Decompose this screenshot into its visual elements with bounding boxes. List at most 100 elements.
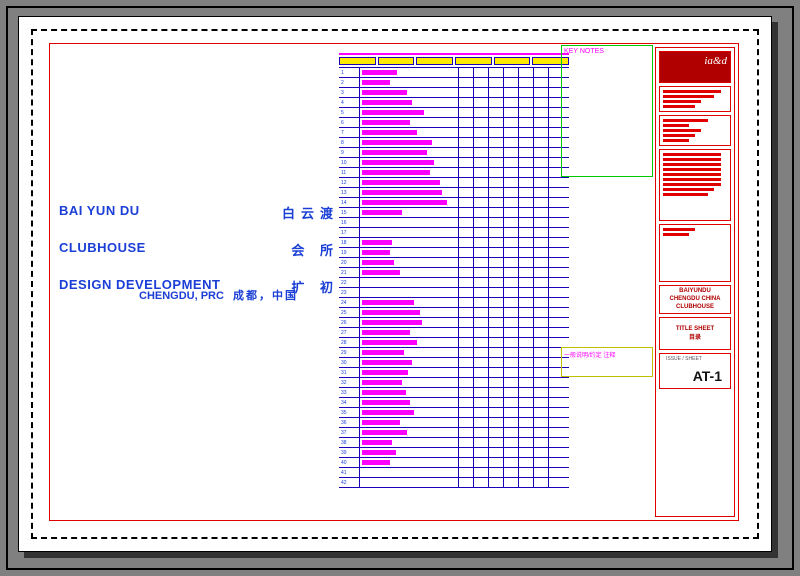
row-cells — [458, 108, 569, 117]
row-number: 6 — [339, 118, 360, 127]
row-number: 23 — [339, 288, 360, 297]
row-title-bar — [362, 130, 417, 135]
row-number: 26 — [339, 318, 360, 327]
row-title-bar — [362, 180, 440, 185]
table-row: 26 — [339, 318, 569, 328]
title-en-1: BAI YUN DU — [59, 203, 140, 222]
table-row: 41 — [339, 468, 569, 478]
tb-proj-3: CLUBHOUSE — [662, 304, 728, 312]
row-cells — [458, 328, 569, 337]
row-title-bar — [362, 140, 432, 145]
row-cells — [458, 228, 569, 237]
row-number: 16 — [339, 218, 360, 227]
row-cells — [458, 248, 569, 257]
firm-address-block — [659, 86, 731, 112]
table-row: 9 — [339, 148, 569, 158]
row-cells — [458, 268, 569, 277]
row-cells — [458, 218, 569, 227]
project-location: CHENGDU, PRC 成都，中国 — [139, 287, 298, 303]
table-row: 29 — [339, 348, 569, 358]
row-number: 29 — [339, 348, 360, 357]
table-row: 10 — [339, 158, 569, 168]
row-title-bar — [362, 260, 394, 265]
table-row: 31 — [339, 368, 569, 378]
row-cells — [458, 188, 569, 197]
row-cells — [458, 158, 569, 167]
row-number: 15 — [339, 208, 360, 217]
row-title-bar — [362, 90, 407, 95]
table-row: 6 — [339, 118, 569, 128]
title-en-2: CLUBHOUSE — [59, 240, 146, 259]
row-title-bar — [362, 430, 407, 435]
table-row: 40 — [339, 458, 569, 468]
row-title-bar — [362, 120, 410, 125]
table-row: 7 — [339, 128, 569, 138]
row-cells — [458, 298, 569, 307]
row-title-bar — [362, 300, 414, 305]
row-number: 37 — [339, 428, 360, 437]
table-row: 3 — [339, 88, 569, 98]
tb-proj-1: BAIYUNDU — [662, 288, 728, 296]
row-cells — [458, 368, 569, 377]
row-title-bar — [362, 310, 420, 315]
table-row: 33 — [339, 388, 569, 398]
table-row: 21 — [339, 268, 569, 278]
table-row: 8 — [339, 138, 569, 148]
row-title-bar — [362, 440, 392, 445]
table-row: 25 — [339, 308, 569, 318]
tb-sheet-title-cn: 目录 — [660, 332, 730, 341]
title-cn-2: 会 所 — [291, 240, 339, 259]
row-number: 3 — [339, 88, 360, 97]
row-cells — [458, 338, 569, 347]
table-row: 17 — [339, 228, 569, 238]
keynotes-panel: KEY NOTES — [561, 45, 653, 177]
row-title-bar — [362, 240, 392, 245]
row-title-bar — [362, 170, 430, 175]
row-cells — [458, 168, 569, 177]
row-cells — [458, 288, 569, 297]
row-number: 5 — [339, 108, 360, 117]
row-title-bar — [362, 410, 414, 415]
row-number: 17 — [339, 228, 360, 237]
drawing-sheet[interactable]: BAI YUN DU 白云渡 CLUBHOUSE 会 所 DESIGN DEVE… — [18, 16, 772, 552]
row-cells — [458, 308, 569, 317]
row-number: 22 — [339, 278, 360, 287]
table-row: 12 — [339, 178, 569, 188]
row-title-bar — [362, 390, 406, 395]
row-number: 31 — [339, 368, 360, 377]
row-title-bar — [362, 150, 427, 155]
row-number: 32 — [339, 378, 360, 387]
index-header — [339, 57, 569, 65]
title-cn-3: 扩 初 — [291, 277, 339, 296]
row-cells — [458, 428, 569, 437]
table-row: 24 — [339, 298, 569, 308]
row-number: 21 — [339, 268, 360, 277]
row-title-bar — [362, 360, 412, 365]
row-cells — [458, 408, 569, 417]
row-number: 34 — [339, 398, 360, 407]
sheet-number-block: ISSUE / SHEET AT-1 — [659, 353, 731, 389]
location-en: CHENGDU, PRC — [139, 290, 224, 302]
row-cells — [458, 468, 569, 477]
table-row: 42 — [339, 478, 569, 488]
project-title: BAI YUN DU 白云渡 CLUBHOUSE 会 所 DESIGN DEVE… — [59, 53, 339, 296]
row-title-bar — [362, 380, 402, 385]
row-cells — [458, 458, 569, 467]
title-cn-1: 白云渡 — [282, 203, 339, 222]
row-number: 39 — [339, 448, 360, 457]
table-row: 15 — [339, 208, 569, 218]
row-cells — [458, 438, 569, 447]
row-number: 42 — [339, 478, 360, 487]
row-title-bar — [362, 160, 434, 165]
row-number: 2 — [339, 78, 360, 87]
table-row: 1 — [339, 68, 569, 78]
row-cells — [458, 278, 569, 287]
row-cells — [458, 208, 569, 217]
row-number: 18 — [339, 238, 360, 247]
row-number: 41 — [339, 468, 360, 477]
table-row: 22 — [339, 278, 569, 288]
row-number: 19 — [339, 248, 360, 257]
row-title-bar — [362, 460, 390, 465]
row-title-bar — [362, 340, 417, 345]
row-title-bar — [362, 210, 402, 215]
